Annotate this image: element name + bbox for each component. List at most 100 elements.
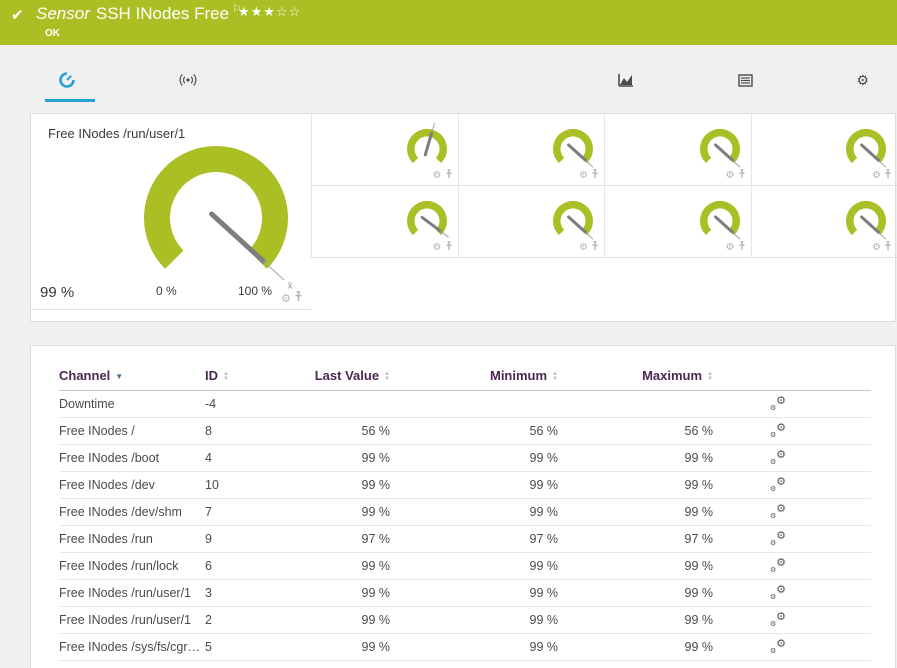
gear-icon[interactable]: ⚙ [726,170,735,181]
pin-icon[interactable] [591,238,599,256]
gear-icon[interactable]: ⚙ [281,292,291,305]
tab-log[interactable] [724,58,773,102]
pin-icon[interactable] [591,166,599,184]
tab-settings[interactable]: ⚙ [842,58,889,102]
edit-channel-gears-icon[interactable]: ⚙ ⚙ [770,449,786,466]
column-header-last-value[interactable]: Last Value ▲ ▼ [265,368,390,391]
minimum-value: 56 % [390,417,558,445]
sensor-type-label: Sensor [36,4,90,23]
gear-icon: ⚙ [856,71,869,88]
maximum-value: 99 % [558,579,713,607]
column-header-minimum[interactable]: Minimum ▲ ▼ [390,368,558,391]
table-row: Free INodes /run/user/1 2 99 % 99 % 99 % ⚙ ⚙ [59,606,871,634]
main-gauge-max-label: 100 % [238,284,273,298]
tab-overview[interactable] [45,58,95,102]
column-header-label: ID [205,368,218,383]
table-row: Free INodes /dev 10 99 % 99 % 99 % ⚙ ⚙ [59,471,871,499]
status-badge: OK [45,28,60,39]
channel-table: Channel ▼ ID ▲ ▼ Last Value ▲ ▼ Minimum ▲ ▼ Maxi… [59,368,871,661]
small-gauge-cell: ⚙ [457,186,604,258]
channel-name: Free INodes /dev/shm [59,498,205,526]
column-header-label: Minimum [489,368,548,383]
edit-channel-gears-icon[interactable]: ⚙ ⚙ [770,503,786,520]
channel-id: 2 [205,606,265,634]
small-gauge-cell: ⚙ [604,186,751,258]
table-row: Free INodes /8 56 % 56 % 56 % ⚙ ⚙ [59,417,871,445]
edit-channel-gears-icon[interactable]: ⚙ ⚙ [770,476,786,493]
gear-icon[interactable]: ⚙ [872,170,881,181]
pin-icon[interactable] [738,238,746,256]
tab-days[interactable] [392,58,428,102]
minimum-value [390,390,558,418]
maximum-value: 99 % [558,633,713,661]
small-gauge-actions: ⚙ [872,238,892,256]
channel-name: Free INodes / [59,417,205,445]
minimum-value: 99 % [390,444,558,472]
small-gauge-cell: ⚙ [311,114,458,186]
pin-icon[interactable] [884,238,892,256]
maximum-value: 99 % [558,498,713,526]
table-row: Free INodes /sys/fs/cgr… 5 99 % 99 % 99 % ⚙ ⚙ [59,633,871,661]
last-value: 99 % [265,498,390,526]
minimum-value: 99 % [390,498,558,526]
priority-stars[interactable]: ★★★☆☆ [238,4,301,20]
column-header-maximum[interactable]: Maximum ▲ ▼ [558,368,713,391]
small-gauge-actions: ⚙ [726,238,746,256]
edit-channel-gears-icon[interactable]: ⚙ ⚙ [770,557,786,574]
pin-icon[interactable] [445,238,453,256]
channel-id: -4 [205,390,265,418]
table-header-row: Channel ▼ ID ▲ ▼ Last Value ▲ ▼ Minimum ▲ ▼ Maxi… [59,368,871,391]
channel-id: 4 [205,444,265,472]
edit-channel-gears-icon[interactable]: ⚙ ⚙ [770,611,786,628]
broadcast-icon [179,74,197,86]
column-header-channel[interactable]: Channel ▼ [59,368,205,391]
gear-icon[interactable]: ⚙ [579,242,588,253]
gear-icon[interactable]: ⚙ [726,242,735,253]
main-gauge-min-label: 0 % [156,284,177,298]
log-icon [737,73,753,87]
table-row: Free INodes /run 9 97 % 97 % 97 % ⚙ ⚙ [59,525,871,553]
small-gauge-actions: ⚙ [433,238,453,256]
tab-historic-data[interactable] [604,58,654,102]
tab-days[interactable] [498,58,534,102]
last-value: 99 % [265,633,390,661]
channel-name: Free INodes /run/user/1 [59,606,205,634]
pin-icon[interactable] [884,166,892,184]
main-gauge-title: Free INodes /run/user/1 [48,126,186,141]
column-header-label: Maximum [642,368,703,383]
edit-channel-gears-icon[interactable]: ⚙ ⚙ [770,638,786,655]
gear-icon[interactable]: ⚙ [433,242,442,253]
tab-days[interactable] [287,58,323,102]
edit-channel-gears-icon[interactable]: ⚙ ⚙ [770,422,786,439]
main-gauge-value: 99 % [40,284,75,301]
table-row: Free INodes /dev/shm 7 99 % 99 % 99 % ⚙ ⚙ [59,498,871,526]
gear-icon[interactable]: ⚙ [579,170,588,181]
sort-icon: ▲ ▼ [552,370,558,382]
column-header-id[interactable]: ID ▲ ▼ [205,368,265,391]
edit-channel-gears-icon[interactable]: ⚙ ⚙ [770,584,786,601]
gear-icon[interactable]: ⚙ [872,242,881,253]
minimum-value: 99 % [390,606,558,634]
channel-name: Free INodes /sys/fs/cgr… [59,633,205,661]
table-row: Downtime -4 ⚙ ⚙ [59,390,871,418]
pin-icon[interactable] [445,166,453,184]
pin-icon[interactable] [294,289,303,307]
edit-channel-gears-icon[interactable]: ⚙ ⚙ [770,530,786,547]
channel-name: Free INodes /run [59,525,205,553]
channel-name: Free INodes /boot [59,444,205,472]
gear-icon[interactable]: ⚙ [433,170,442,181]
channel-id: 3 [205,579,265,607]
minimum-value: 99 % [390,471,558,499]
channel-id: 9 [205,525,265,553]
pin-icon[interactable] [738,166,746,184]
table-row: Free INodes /run/user/1 3 99 % 99 % 99 % ⚙ ⚙ [59,579,871,607]
channel-name: Free INodes /dev [59,471,205,499]
main-gauge-actions: ⚙ [281,289,303,307]
chart-icon [618,74,633,87]
last-value: 99 % [265,579,390,607]
maximum-value: 97 % [558,525,713,553]
channel-id: 5 [205,633,265,661]
tab-live-data[interactable] [165,58,217,102]
edit-channel-gears-icon[interactable]: ⚙ ⚙ [770,395,786,412]
channel-id: 10 [205,471,265,499]
